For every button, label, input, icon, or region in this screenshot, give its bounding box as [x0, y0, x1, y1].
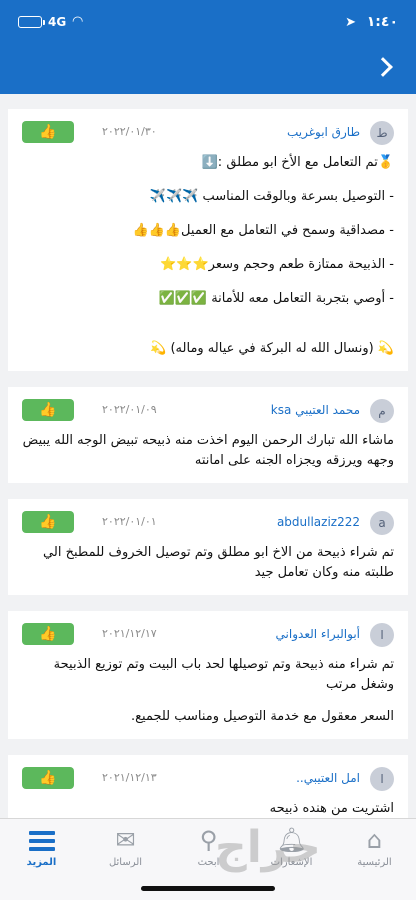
comment-line: - الذبيحة ممتازة طعم وحجم وسعر⭐️⭐️⭐️	[160, 257, 394, 272]
comment-date: ٢٠٢٢/٠١/٣٠	[102, 125, 157, 138]
comment-line: - التوصيل بسرعة وبالوقت المناسب ✈️✈️✈️	[149, 189, 394, 204]
like-button[interactable]: 👍	[22, 767, 74, 789]
thumbs-up-icon: 👍	[39, 402, 57, 418]
home-icon: ⌂	[366, 826, 383, 854]
tab-label: الرئيسية	[357, 857, 392, 868]
comment-line: اشتريت من هنده ذبيحه	[269, 801, 394, 816]
chevron-right-icon[interactable]	[373, 57, 393, 77]
like-button[interactable]: 👍	[22, 511, 74, 533]
network-label: 4G	[48, 15, 67, 29]
comment-line: السعر معقول مع خدمة التوصيل ومناسب للجمي…	[130, 709, 394, 724]
tab-messages[interactable]: ✉ الرسائل	[84, 823, 167, 879]
comment-card: ا امل العتيبي.. ٢٠٢١/١٢/١٣ 👍 اشتريت من ه…	[8, 755, 408, 818]
comment-date: ٢٠٢٢/٠١/٠٩	[102, 403, 157, 416]
comment-card: م محمد العتيبي ksa ٢٠٢٢/٠١/٠٩ 👍 ماشاء ال…	[8, 387, 408, 483]
comment-line: - مصداقية وسمح في التعامل مع العميل👍👍👍	[132, 223, 395, 238]
comment-date: ٢٠٢٢/٠١/٠١	[102, 515, 157, 528]
status-time: ١:٤٠	[366, 14, 398, 30]
thumbs-up-icon: 👍	[39, 514, 57, 530]
like-button[interactable]: 👍	[22, 121, 74, 143]
like-button[interactable]: 👍	[22, 399, 74, 421]
like-button[interactable]: 👍	[22, 623, 74, 645]
tab-more[interactable]: المزيد	[0, 823, 83, 879]
comment-author[interactable]: أبوالبراء العدواني	[276, 627, 360, 641]
comment-author[interactable]: abdullaziz222	[277, 515, 360, 529]
comment-line: - أوصي بتجربة التعامل معه للأمانة ✅✅✅	[158, 291, 394, 306]
comments-list[interactable]: ط طارق ابوغريب ٢٠٢٢/٠١/٣٠ 👍 🥇تم التعامل …	[0, 94, 416, 818]
thumbs-up-icon: 👍	[39, 770, 57, 786]
nav-bar	[0, 46, 416, 94]
status-bar: ١:٤٠ ➤ 4G ◠	[0, 0, 416, 46]
home-indicator[interactable]	[141, 886, 275, 891]
comment-date: ٢٠٢١/١٢/١٣	[102, 771, 157, 784]
avatar[interactable]: a	[370, 511, 394, 535]
comment-date: ٢٠٢١/١٢/١٧	[102, 627, 157, 640]
comment-card: ا أبوالبراء العدواني ٢٠٢١/١٢/١٧ 👍 تم شرا…	[8, 611, 408, 739]
comment-line: تم شراء ذبيحة من الاخ ابو مطلق وتم توصيل…	[43, 545, 394, 580]
comment-line: 💫 (ونسال الله له البركة في عياله وماله) …	[150, 341, 394, 356]
watermark: حراج	[215, 822, 321, 873]
wifi-icon: ◠	[72, 14, 84, 29]
comment-line: ماشاء الله تبارك الرحمن اليوم اخذت منه ذ…	[22, 433, 394, 468]
comment-card: a abdullaziz222 ٢٠٢٢/٠١/٠١ 👍 تم شراء ذبي…	[8, 499, 408, 595]
comment-author[interactable]: امل العتيبي..	[296, 771, 360, 785]
comment-card: ط طارق ابوغريب ٢٠٢٢/٠١/٣٠ 👍 🥇تم التعامل …	[8, 109, 408, 371]
avatar[interactable]: ا	[370, 767, 394, 791]
menu-icon	[28, 831, 55, 851]
comment-line: تم شراء منه ذبيحة وتم توصيلها لحد باب ال…	[53, 657, 394, 692]
tab-home[interactable]: ⌂ الرئيسية	[333, 823, 416, 879]
thumbs-up-icon: 👍	[39, 626, 57, 642]
location-arrow-icon: ➤	[345, 15, 356, 30]
avatar[interactable]: ا	[370, 623, 394, 647]
battery-icon	[18, 16, 45, 28]
avatar[interactable]: ط	[370, 121, 394, 145]
comment-author[interactable]: طارق ابوغريب	[287, 125, 360, 139]
thumbs-up-icon: 👍	[39, 124, 57, 140]
comment-line: 🥇تم التعامل مع الأخ ابو مطلق :⬇️	[201, 155, 394, 170]
tab-label: المزيد	[26, 857, 57, 868]
envelope-icon: ✉	[115, 826, 136, 854]
comment-author[interactable]: محمد العتيبي ksa	[271, 403, 360, 417]
avatar[interactable]: م	[370, 399, 394, 423]
tab-label: الرسائل	[108, 857, 143, 868]
